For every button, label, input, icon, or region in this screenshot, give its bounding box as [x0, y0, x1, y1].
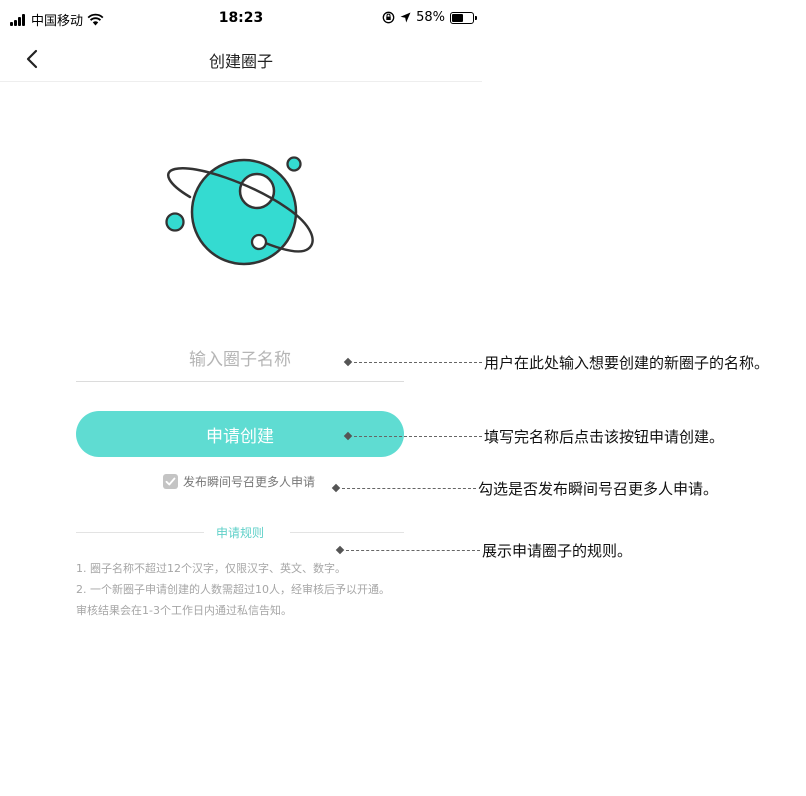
annotation-marker [343, 357, 353, 367]
annotation-text: 用户在此处输入想要创建的新圈子的名称。 [484, 354, 770, 372]
nav-bar: 创建圈子 [0, 40, 482, 82]
annotation-marker [335, 545, 345, 555]
annotation-leader-line [354, 435, 482, 437]
rules-divider-right [290, 532, 404, 533]
annotation-text: 填写完名称后点击该按钮申请创建。 [484, 428, 725, 446]
battery-percent: 58% [416, 10, 445, 25]
annotation-leader-line [354, 361, 482, 363]
battery-fill [452, 13, 463, 22]
annotation-button: 填写完名称后点击该按钮申请创建。 [343, 426, 725, 446]
checkbox-checked-icon[interactable] [163, 474, 178, 489]
annotation-input: 用户在此处输入想要创建的新圈子的名称。 [343, 352, 770, 372]
checkmark-icon [165, 477, 176, 486]
page-title: 创建圈子 [208, 52, 273, 71]
annotation-marker [331, 483, 341, 493]
status-right: 58% [382, 10, 477, 25]
orientation-lock-icon [382, 11, 395, 24]
annotation-text: 勾选是否发布瞬间号召更多人申请。 [478, 480, 719, 498]
annotation-leader-line [346, 549, 480, 551]
annotation-checkbox: 勾选是否发布瞬间号召更多人申请。 [331, 478, 719, 498]
rules-text: 1. 圈子名称不超过12个汉字，仅限汉字、英文、数字。 2. 一个新圈子申请创建… [76, 558, 396, 621]
phone-screen: 中国移动 18:23 58% 创建圈子 输入圈子名称 申请创建 发布瞬间号召更多… [0, 0, 482, 700]
rule-line: 2. 一个新圈子申请创建的人数需超过10人，经审核后予以开通。审核结果会在1-3… [76, 583, 390, 617]
annotation-text: 展示申请圈子的规则。 [482, 542, 633, 560]
annotation-marker [343, 431, 353, 441]
rule-line: 1. 圈子名称不超过12个汉字，仅限汉字、英文、数字。 [76, 562, 346, 575]
publish-moment-label: 发布瞬间号召更多人申请 [183, 475, 316, 489]
location-icon [400, 12, 411, 23]
planet-illustration [165, 156, 314, 266]
publish-moment-checkbox[interactable]: 发布瞬间号召更多人申请 [163, 473, 315, 490]
battery-icon [450, 11, 477, 24]
annotation-leader-line [342, 487, 476, 489]
status-bar: 中国移动 18:23 58% [0, 0, 482, 40]
annotation-rules: 展示申请圈子的规则。 [335, 540, 633, 560]
